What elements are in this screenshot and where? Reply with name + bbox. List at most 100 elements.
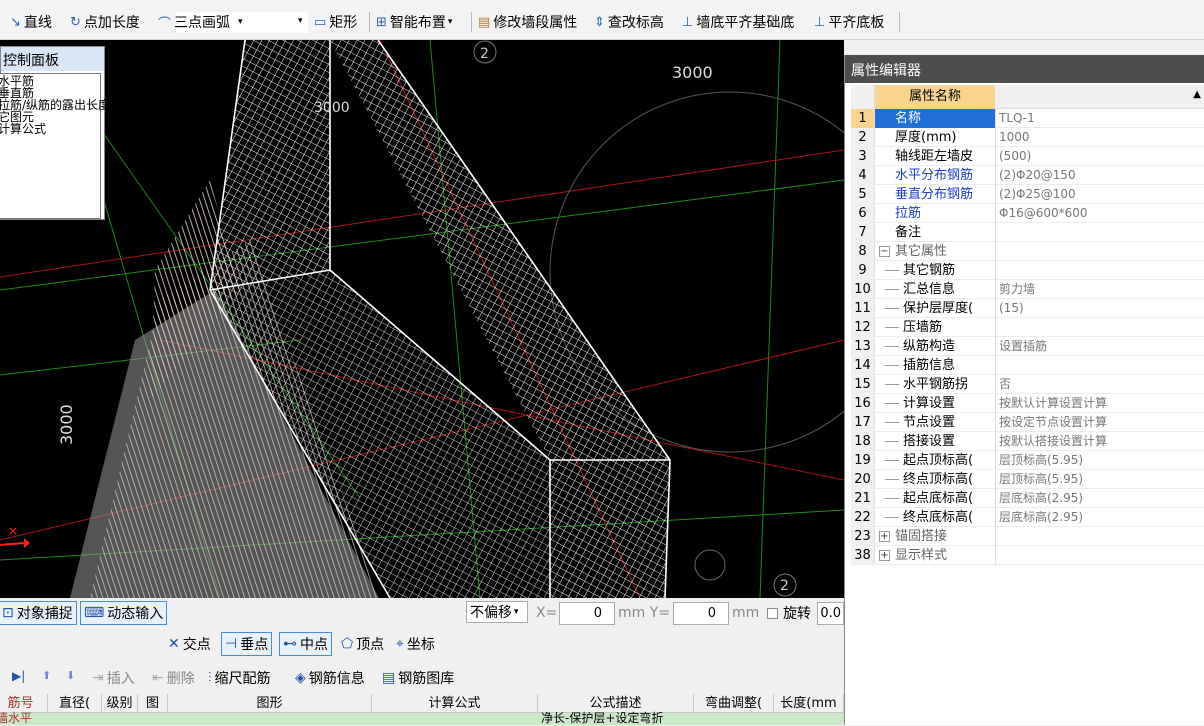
- rebar-info-button[interactable]: ◈ 钢筋信息: [295, 666, 365, 690]
- line-button[interactable]: ↘ 直线: [10, 10, 52, 34]
- property-row[interactable]: 21 起点底标高(层底标高(2.95): [851, 489, 1204, 508]
- column-header[interactable]: 图: [138, 694, 168, 713]
- property-row[interactable]: 13 纵筋构造 设置插筋: [851, 337, 1204, 356]
- 3d-viewport[interactable]: 3000 3000 3000 2 2: [0, 40, 844, 598]
- property-row[interactable]: 10 汇总信息 剪力墙: [851, 280, 1204, 299]
- property-row[interactable]: 6 拉筋 Φ16@600*600: [851, 204, 1204, 223]
- row-number: 20: [851, 470, 875, 489]
- perpendicular-snap-button[interactable]: ⊣ 垂点: [221, 632, 273, 656]
- property-value[interactable]: 层底标高(2.95): [995, 508, 1204, 527]
- wall-align-button[interactable]: ⊥ 墙底平齐基础底: [682, 10, 794, 34]
- property-row[interactable]: 4 水平分布钢筋 (2)Φ20@150: [851, 166, 1204, 185]
- property-table-header: 属性名称 ▲: [851, 85, 1204, 109]
- coordinate-snap-button[interactable]: ⌖ 坐标: [396, 632, 435, 656]
- tree-connector: [885, 479, 899, 480]
- rectangle-button[interactable]: ▭ 矩形: [314, 10, 357, 34]
- vertex-snap-button[interactable]: ⬠ 顶点: [341, 632, 384, 656]
- property-row[interactable]: 11 保护层厚度((15): [851, 299, 1204, 318]
- insert-button[interactable]: ⇥ 插入: [92, 666, 135, 690]
- property-value[interactable]: [995, 546, 1204, 565]
- column-header[interactable]: 计算公式: [372, 694, 538, 713]
- property-value[interactable]: 层顶标高(5.95): [995, 451, 1204, 470]
- column-header[interactable]: 弯曲调整(: [694, 694, 774, 713]
- property-value[interactable]: 剪力墙: [995, 280, 1204, 299]
- row-number: 22: [851, 508, 875, 527]
- scroll-up-icon[interactable]: ▲: [1193, 89, 1201, 100]
- column-header[interactable]: 级别: [102, 694, 138, 713]
- offset-select[interactable]: 不偏移 ▾: [466, 601, 528, 623]
- rotate-checkbox[interactable]: 旋转: [767, 601, 811, 625]
- scale-rebar-button[interactable]: ⫶ 缩尺配筋: [208, 666, 271, 690]
- property-value[interactable]: Φ16@600*600: [995, 204, 1204, 223]
- property-value[interactable]: (500): [995, 147, 1204, 166]
- property-row[interactable]: 20 终点顶标高(层顶标高(5.95): [851, 470, 1204, 489]
- property-row[interactable]: 15 水平钢筋拐否: [851, 375, 1204, 394]
- axis-label: 2: [480, 46, 489, 62]
- column-header[interactable]: 长度(mm: [774, 694, 844, 713]
- row-number-header: [851, 85, 875, 109]
- property-value[interactable]: 否: [995, 375, 1204, 394]
- delete-button[interactable]: ⇤ 删除: [152, 666, 195, 690]
- property-row[interactable]: 12 压墙筋: [851, 318, 1204, 337]
- property-value[interactable]: 设置插筋: [995, 337, 1204, 356]
- rebar-library-button[interactable]: ▤ 钢筋图库: [382, 666, 454, 690]
- column-header[interactable]: 图形: [168, 694, 372, 713]
- property-value[interactable]: TLQ-1: [995, 109, 1204, 128]
- modify-wall-button[interactable]: ▤ 修改墙段属性: [478, 10, 577, 34]
- property-value[interactable]: [995, 223, 1204, 242]
- property-value[interactable]: (2)Φ20@150: [995, 166, 1204, 185]
- point-length-button[interactable]: ↻ 点加长度: [70, 10, 140, 34]
- intersection-snap-button[interactable]: ✕ 交点: [168, 632, 211, 656]
- property-row[interactable]: 2 厚度(mm) 1000: [851, 128, 1204, 147]
- property-row[interactable]: 22 终点底标高(层底标高(2.95): [851, 508, 1204, 527]
- property-value[interactable]: 1000: [995, 128, 1204, 147]
- property-row[interactable]: 7 备注: [851, 223, 1204, 242]
- property-row[interactable]: 1 名称 TLQ-1: [851, 109, 1204, 128]
- property-row[interactable]: 8 其它属性 −: [851, 242, 1204, 261]
- property-row[interactable]: 19 起点顶标高(层顶标高(5.95): [851, 451, 1204, 470]
- control-panel-list[interactable]: 水平筋 垂直筋 拉筋/纵筋的露出长度 它图元 计算公式: [0, 73, 110, 219]
- property-value[interactable]: [995, 242, 1204, 261]
- arc-button[interactable]: ⌒ 三点画弧 ▾: [158, 10, 243, 34]
- table-row[interactable]: 墙水平 净长-保护层+设定弯折: [0, 711, 844, 725]
- midpoint-snap-button[interactable]: ⊷ 中点: [279, 632, 332, 656]
- property-value[interactable]: 按默认计算设置计算: [995, 394, 1204, 413]
- property-value[interactable]: [995, 318, 1204, 337]
- last-record-icon[interactable]: ▶|: [12, 669, 25, 683]
- property-value[interactable]: [995, 356, 1204, 375]
- property-row[interactable]: 17 节点设置 按设定节点设置计算: [851, 413, 1204, 432]
- property-value[interactable]: [995, 527, 1204, 546]
- rotate-angle-input[interactable]: 0.0: [817, 602, 844, 625]
- expand-icon[interactable]: +: [879, 550, 890, 561]
- combo-dropdown-icon[interactable]: ▾: [298, 16, 303, 26]
- object-snap-button[interactable]: ⊡ 对象捕捉: [0, 601, 77, 625]
- property-value[interactable]: 层底标高(2.95): [995, 489, 1204, 508]
- property-value[interactable]: [995, 261, 1204, 280]
- property-value[interactable]: (15): [995, 299, 1204, 318]
- expand-icon[interactable]: +: [879, 531, 890, 542]
- smart-layout-button[interactable]: ⊞ 智能布置 ▾: [376, 10, 452, 34]
- property-row[interactable]: 9 其它钢筋: [851, 261, 1204, 280]
- property-row[interactable]: 23 锚固搭接 +: [851, 527, 1204, 546]
- property-row[interactable]: 14 插筋信息: [851, 356, 1204, 375]
- move-up-icon[interactable]: ⬆: [42, 669, 51, 682]
- property-row[interactable]: 38 显示样式 +: [851, 546, 1204, 565]
- property-value[interactable]: (2)Φ25@100: [995, 185, 1204, 204]
- property-row[interactable]: 5 垂直分布钢筋 (2)Φ25@100: [851, 185, 1204, 204]
- dynamic-input-button[interactable]: ⌨ 动态输入: [80, 601, 168, 625]
- elevation-button[interactable]: ⇕ 查改标高: [594, 10, 664, 34]
- property-row[interactable]: 16 计算设置 按默认计算设置计算: [851, 394, 1204, 413]
- property-row[interactable]: 3 轴线距左墙皮 (500): [851, 147, 1204, 166]
- property-value[interactable]: 按默认搭接设置计算: [995, 432, 1204, 451]
- list-item[interactable]: 计算公式: [0, 123, 100, 135]
- property-row[interactable]: 18 搭接设置 按默认搭接设置计算: [851, 432, 1204, 451]
- y-coordinate-input[interactable]: 0: [673, 602, 729, 625]
- property-value[interactable]: 层顶标高(5.95): [995, 470, 1204, 489]
- move-down-icon[interactable]: ⬇: [66, 669, 75, 682]
- x-coordinate-input[interactable]: 0: [559, 602, 615, 625]
- collapse-icon[interactable]: −: [879, 246, 890, 257]
- align-slab-button[interactable]: ⊥ 平齐底板: [814, 10, 884, 34]
- y-label: mm Y=: [618, 605, 671, 621]
- property-value[interactable]: 按设定节点设置计算: [995, 413, 1204, 432]
- column-header[interactable]: 直径(: [48, 694, 102, 713]
